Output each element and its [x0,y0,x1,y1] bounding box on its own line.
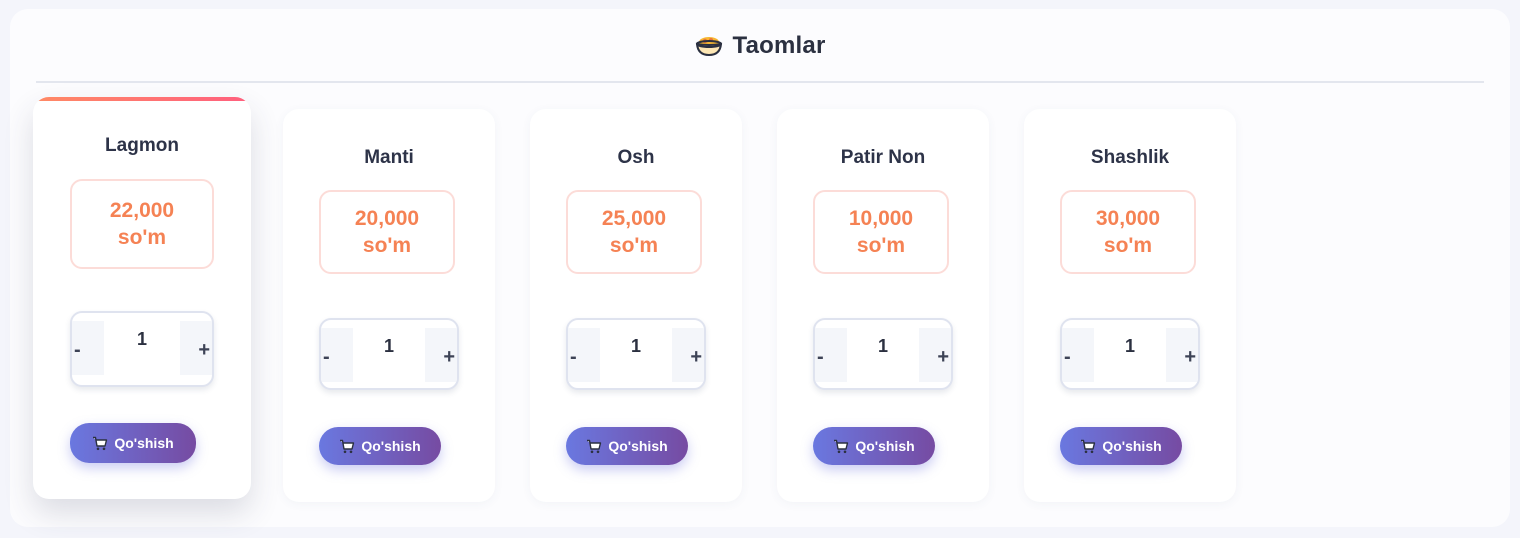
item-price: 20,000 [354,207,420,230]
decrease-quantity-button[interactable]: - [568,328,600,382]
header-divider [36,81,1484,83]
item-price: 30,000 [1095,207,1161,230]
section-header: Taomlar [10,9,1510,83]
cart-icon [834,439,849,453]
menu-item-card[interactable]: Patir Non 10,000 so'm - 1 + Qo'shish [777,109,989,502]
item-price: 10,000 [848,207,914,230]
price-box: 30,000 so'm [1060,190,1196,274]
item-price: 22,000 [109,199,175,222]
item-name: Manti [364,147,414,168]
menu-item-card[interactable]: Shashlik 30,000 so'm - 1 + Qo'shish [1024,109,1236,502]
cart-icon [587,439,602,453]
add-to-cart-button[interactable]: Qo'shish [319,427,441,465]
increase-quantity-button[interactable]: + [1166,328,1198,382]
card-highlight-bar [33,97,251,101]
item-price: 25,000 [601,207,667,230]
quantity-stepper: - 1 + [566,318,706,390]
add-to-cart-button[interactable]: Qo'shish [813,427,935,465]
price-box: 25,000 so'm [566,190,702,274]
item-currency: so'm [362,234,412,257]
item-name: Shashlik [1090,147,1170,168]
cart-icon [340,439,355,453]
price-box: 20,000 so'm [319,190,455,274]
item-currency: so'm [117,226,167,249]
quantity-value[interactable]: 1 [1094,336,1166,357]
quantity-stepper: - 1 + [813,318,953,390]
bowl-food-icon [695,37,722,57]
section-title: Taomlar [732,32,826,59]
quantity-value[interactable]: 1 [847,336,919,357]
decrease-quantity-button[interactable]: - [72,321,104,375]
price-box: 10,000 so'm [813,190,949,274]
add-to-cart-button[interactable]: Qo'shish [70,423,196,463]
item-currency: so'm [1103,234,1153,257]
decrease-quantity-button[interactable]: - [321,328,353,382]
quantity-value[interactable]: 1 [600,336,672,357]
item-currency: so'm [856,234,906,257]
item-name: Osh [617,147,655,168]
add-button-label: Qo'shish [361,438,421,454]
increase-quantity-button[interactable]: + [180,321,212,375]
menu-item-card[interactable]: Manti 20,000 so'm - 1 + Qo'shish [283,109,495,502]
quantity-value[interactable]: 1 [353,336,425,357]
add-button-label: Qo'shish [1102,438,1162,454]
add-button-label: Qo'shish [855,438,915,454]
quantity-stepper: - 1 + [319,318,459,390]
quantity-value[interactable]: 1 [104,329,180,350]
quantity-stepper: - 1 + [1060,318,1200,390]
item-currency: so'm [609,234,659,257]
decrease-quantity-button[interactable]: - [815,328,847,382]
add-button-label: Qo'shish [114,435,174,451]
cart-icon [1081,439,1096,453]
increase-quantity-button[interactable]: + [919,328,951,382]
item-name: Lagmon [105,135,179,156]
menu-item-card[interactable]: Osh 25,000 so'm - 1 + Qo'shish [530,109,742,502]
cart-icon [93,436,108,450]
add-to-cart-button[interactable]: Qo'shish [1060,427,1182,465]
menu-panel: Taomlar Lagmon 22,000 so'm - 1 + Qo'shis… [10,9,1510,527]
decrease-quantity-button[interactable]: - [1062,328,1094,382]
item-name: Patir Non [840,147,926,168]
quantity-stepper: - 1 + [70,311,214,387]
add-button-label: Qo'shish [608,438,668,454]
increase-quantity-button[interactable]: + [425,328,457,382]
add-to-cart-button[interactable]: Qo'shish [566,427,688,465]
increase-quantity-button[interactable]: + [672,328,704,382]
menu-item-card[interactable]: Lagmon 22,000 so'm - 1 + Qo'shish [33,97,251,499]
price-box: 22,000 so'm [70,179,214,269]
